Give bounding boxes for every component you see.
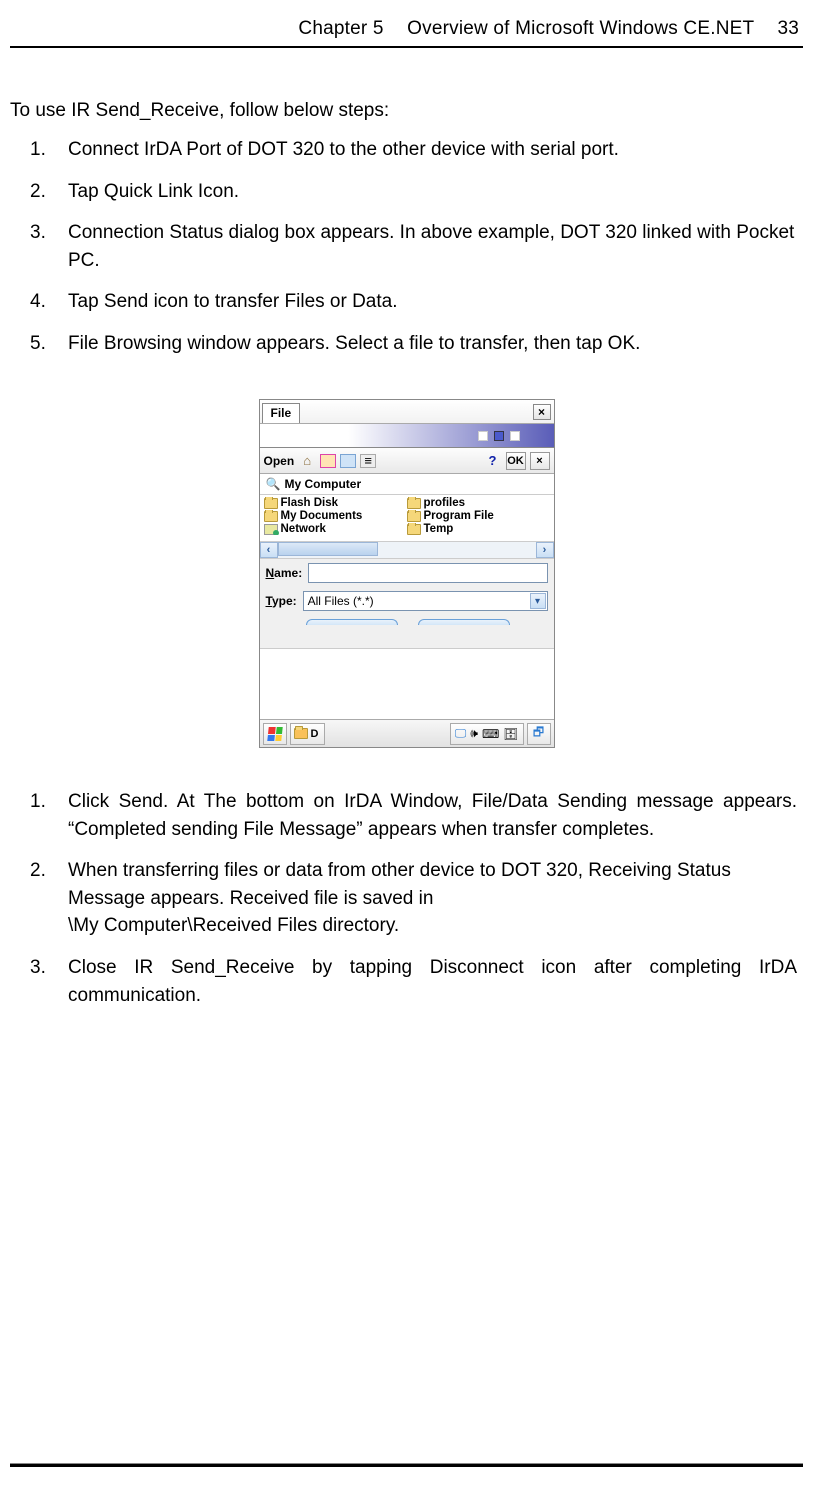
system-tray[interactable]: 🖵 🕪 ⌨ 🗄 <box>450 723 524 745</box>
page-number: 33 <box>759 18 799 39</box>
step-item: When transferring files or data from oth… <box>68 857 797 940</box>
type-select[interactable]: All Files (*.*) ▾ <box>303 591 548 611</box>
label-text: ype: <box>272 594 297 608</box>
folder-icon <box>264 498 278 509</box>
type-label: Type: <box>266 594 297 608</box>
steps-list-2: Click Send. At The bottom on IrDA Window… <box>10 788 803 1009</box>
scroll-right-icon[interactable]: › <box>536 542 554 558</box>
tray-network-icon[interactable]: 🕪 <box>470 726 478 741</box>
windows-logo-icon <box>267 727 282 741</box>
blank-area <box>260 649 554 719</box>
tray-device-icon[interactable]: 🗄 <box>503 727 518 741</box>
dialog-buttons-row <box>260 615 554 649</box>
folder-icon <box>407 498 421 509</box>
label-text: ame: <box>274 566 302 580</box>
folder-icon <box>294 728 308 739</box>
file-item[interactable]: Network <box>264 523 407 535</box>
menu-file[interactable]: File <box>262 403 301 423</box>
file-item[interactable]: Temp <box>407 523 550 535</box>
horizontal-scrollbar[interactable]: ‹ › <box>260 541 554 559</box>
magnifier-icon: 🔍 <box>266 477 281 491</box>
file-item[interactable]: My Documents <box>264 510 407 522</box>
step-item: Connection Status dialog box appears. In… <box>68 219 797 274</box>
deco-square-icon <box>494 431 504 441</box>
type-value: All Files (*.*) <box>308 594 374 608</box>
ok-button[interactable]: OK <box>506 452 526 470</box>
page-header: Chapter 5 Overview of Microsoft Windows … <box>10 18 803 48</box>
close-icon[interactable]: × <box>530 452 550 470</box>
step-item: Click Send. At The bottom on IrDA Window… <box>68 788 797 843</box>
start-button[interactable] <box>263 723 287 745</box>
name-label: Name: <box>266 566 303 580</box>
screenshot-figure: File × Open ⌂ ≡ ? OK × 🔍 <box>259 399 555 748</box>
show-desktop-button[interactable]: 🗗 <box>527 723 551 745</box>
step-item: Tap Send icon to transfer Files or Data. <box>68 288 797 316</box>
open-label: Open <box>264 454 295 468</box>
name-input[interactable] <box>308 563 547 583</box>
button-slice[interactable] <box>306 619 398 625</box>
window-titlebar: File × <box>260 400 554 424</box>
file-label: Temp <box>424 523 454 535</box>
file-item[interactable]: profiles <box>407 497 550 509</box>
close-button[interactable]: × <box>533 404 551 420</box>
tray-monitor-icon[interactable]: 🖵 <box>455 726 467 741</box>
file-label: profiles <box>424 497 466 509</box>
scroll-left-icon[interactable]: ‹ <box>260 542 278 558</box>
file-item[interactable]: Program File <box>407 510 550 522</box>
folder-icon <box>407 524 421 535</box>
network-icon <box>264 524 278 535</box>
footer-rule <box>10 1463 803 1467</box>
file-label: Flash Disk <box>281 497 339 509</box>
intro-text: To use IR Send_Receive, follow below ste… <box>10 100 803 122</box>
scroll-track[interactable] <box>278 542 536 558</box>
help-icon[interactable]: ? <box>484 452 502 470</box>
file-item[interactable]: Flash Disk <box>264 497 407 509</box>
page: Chapter 5 Overview of Microsoft Windows … <box>0 0 833 1485</box>
file-label: Program File <box>424 510 494 522</box>
file-list: Flash Disk profiles My Documents Program… <box>260 495 554 541</box>
button-slice[interactable] <box>418 619 510 625</box>
folder-icon <box>407 511 421 522</box>
task-label: D <box>311 728 319 740</box>
folder-icon <box>264 511 278 522</box>
tray-keyboard-icon[interactable]: ⌨ <box>482 727 499 741</box>
step-item: Connect IrDA Port of DOT 320 to the othe… <box>68 136 797 164</box>
view-list-icon[interactable]: ≡ <box>360 454 376 468</box>
taskbar: D 🖵 🕪 ⌨ 🗄 🗗 <box>260 719 554 747</box>
breadcrumb-label: My Computer <box>284 477 361 491</box>
chapter-title: Overview of Microsoft Windows CE.NET <box>389 18 754 39</box>
taskbar-item[interactable]: D <box>290 723 326 745</box>
gradient-bar <box>260 424 554 448</box>
figure-wrap: File × Open ⌂ ≡ ? OK × 🔍 <box>10 399 803 748</box>
deco-square-icon <box>510 431 520 441</box>
chevron-down-icon[interactable]: ▾ <box>530 593 546 609</box>
deco-square-icon <box>478 431 488 441</box>
view-icons-icon[interactable] <box>340 454 356 468</box>
step-item: File Browsing window appears. Select a f… <box>68 330 797 358</box>
scroll-thumb[interactable] <box>278 542 378 556</box>
chapter-label: Chapter 5 <box>298 18 383 39</box>
step-item: Tap Quick Link Icon. <box>68 178 797 206</box>
new-folder-icon[interactable] <box>320 454 336 468</box>
up-folder-icon[interactable]: ⌂ <box>298 452 316 470</box>
steps-list-1: Connect IrDA Port of DOT 320 to the othe… <box>10 136 803 357</box>
type-row: Type: All Files (*.*) ▾ <box>260 587 554 615</box>
file-label: My Documents <box>281 510 363 522</box>
location-breadcrumb[interactable]: 🔍 My Computer <box>260 474 554 495</box>
mnemonic: N <box>266 566 275 580</box>
name-row: Name: <box>260 559 554 587</box>
file-label: Network <box>281 523 326 535</box>
step-item: Close IR Send_Receive by tapping Disconn… <box>68 954 797 1009</box>
dialog-toolbar: Open ⌂ ≡ ? OK × <box>260 448 554 474</box>
